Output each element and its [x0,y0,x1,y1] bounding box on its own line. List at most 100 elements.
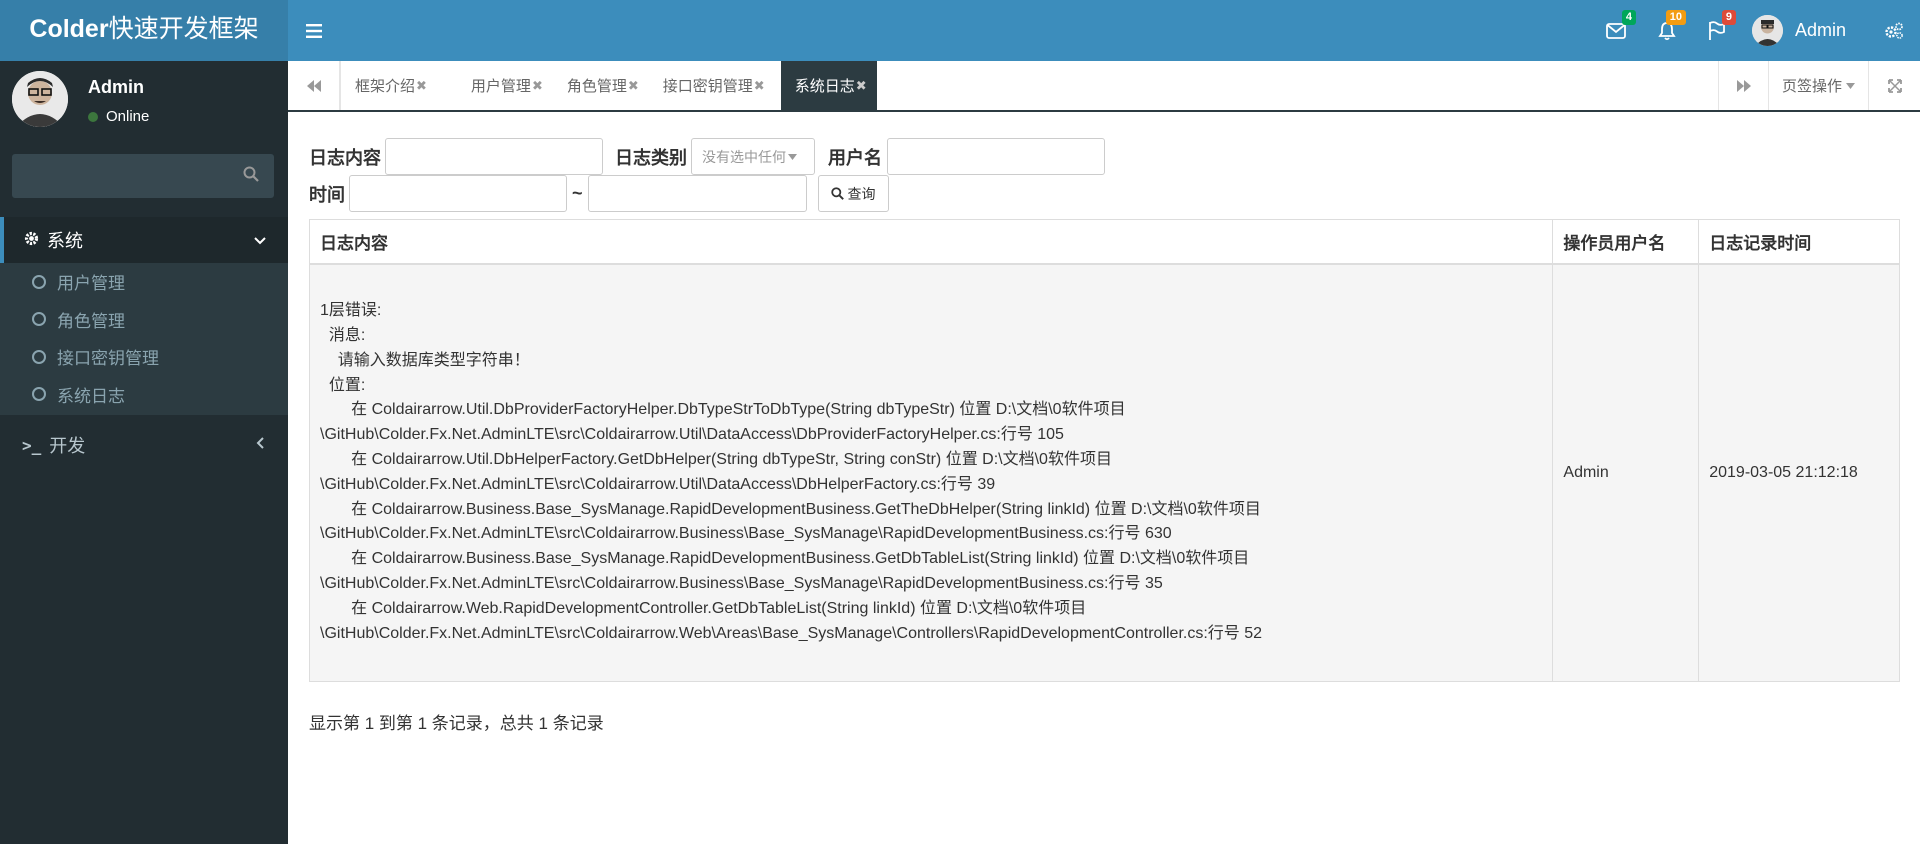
tasks-button[interactable]: 9 [1692,0,1742,61]
settings-button[interactable] [1868,0,1920,61]
sidebar-item-system[interactable]: 系统 [0,217,288,263]
tab-scroll-right-button[interactable] [1718,61,1768,110]
log-table: 日志内容 操作员用户名 日志记录时间 1层错误: 消息: 请输入数据库类型字符串… [308,219,1900,682]
terminal-icon: >_ [22,435,42,455]
user-menu[interactable]: Admin [1742,0,1868,61]
circle-icon [32,349,46,364]
close-icon[interactable]: ✖ [416,78,427,94]
messages-badge: 4 [1621,10,1636,25]
gears-icon [1885,22,1903,39]
time-label: 时间 [309,184,345,205]
expand-icon [1887,78,1902,93]
sidebar-search [12,154,274,198]
tabs-bar: 框架介绍 ✖ 用户管理 ✖ 角色管理 ✖ 接口密钥管理 ✖ 系统日志 ✖ 页签操作 [288,61,1920,112]
backward-icon [306,79,321,92]
sidebar-toggle-button[interactable] [288,0,340,61]
sidebar-item-user-management[interactable]: 用户管理 [0,263,288,301]
close-icon[interactable]: ✖ [628,78,639,94]
operator-cell: Admin [1552,263,1700,682]
chevron-down-icon [254,232,266,248]
tab-system-log[interactable]: 系统日志 ✖ [780,61,877,110]
sidebar-item-develop[interactable]: >_ 开发 [0,423,288,467]
user-status: Online [88,108,149,125]
tab-label: 框架介绍 [355,78,416,95]
tabs-right-controls: 页签操作 [1718,61,1920,110]
table-header-row: 日志内容 操作员用户名 日志记录时间 [308,219,1900,265]
sidebar-search-input[interactable] [13,155,228,197]
sidebar-subitem-label: 系统日志 [57,386,125,406]
bars-icon [306,23,322,38]
tab-operations-dropdown[interactable]: 页签操作 [1768,61,1868,110]
time-range-separator: ~ [572,183,583,203]
sidebar-item-system-log[interactable]: 系统日志 [0,376,288,414]
user-status-label: Online [106,108,150,125]
tab-operations-label: 页签操作 [1781,78,1842,95]
forward-icon [1736,79,1751,92]
tab-user-management[interactable]: 用户管理 ✖ [437,61,553,110]
sidebar-username: Admin [88,77,144,97]
sidebar-item-label: 系统 [47,231,83,251]
logo-bold: Colder [29,15,109,43]
circle-icon [32,312,46,327]
column-header[interactable]: 操作员用户名 [1552,219,1700,265]
username-input[interactable] [887,138,1105,175]
close-icon[interactable]: ✖ [532,78,543,94]
tasks-badge: 9 [1721,10,1736,25]
avatar [1751,15,1783,46]
app-logo[interactable]: Colder快速开发框架 [0,0,288,61]
column-header[interactable]: 日志内容 [308,219,1554,265]
sidebar-subitem-label: 用户管理 [57,274,125,294]
filter-row-1: 日志内容 日志类别 没有选中任何 用户名 [309,138,1105,175]
logo-rest: 快速开发框架 [108,15,259,43]
caret-down-icon [788,153,797,160]
query-button-label: 查询 [847,185,876,202]
log-content-input[interactable] [385,138,603,175]
tab-api-key-management[interactable]: 接口密钥管理 ✖ [649,61,775,110]
end-time-input[interactable] [587,175,807,212]
sidebar-item-role-management[interactable]: 角色管理 [0,301,288,339]
tab-role-management[interactable]: 角色管理 ✖ [553,61,649,110]
start-time-input[interactable] [349,175,567,212]
fullscreen-button[interactable] [1868,61,1920,110]
caret-down-icon [1846,82,1855,89]
username-label: 用户名 [828,147,882,168]
close-icon[interactable]: ✖ [856,78,867,94]
sidebar-subitem-label: 角色管理 [57,311,125,331]
log-time-cell: 2019-03-05 21:12:18 [1698,263,1900,682]
query-button[interactable]: 查询 [817,175,889,212]
log-content-cell: 1层错误: 消息: 请输入数据库类型字符串！ 位置: 在 Coldairarro… [308,263,1554,682]
sidebar-item-label: 开发 [49,436,86,456]
log-type-label: 日志类别 [615,147,687,168]
notifications-button[interactable]: 10 [1642,0,1692,61]
tab-framework-intro[interactable]: 框架介绍 ✖ [340,61,437,110]
tab-scroll-left-button[interactable] [288,61,340,110]
tab-label: 系统日志 [794,78,855,95]
sidebar: Admin Online 系统 用户管理 角色管理 接口密钥管理 系统日志 >_… [0,61,288,844]
header-username: Admin [1794,20,1846,40]
circle-icon [32,387,46,402]
messages-button[interactable]: 4 [1590,0,1642,61]
system-submenu: 用户管理 角色管理 接口密钥管理 系统日志 [0,263,288,415]
log-type-select-value: 没有选中任何 [702,148,786,165]
tab-label: 角色管理 [566,78,627,95]
tab-label: 用户管理 [470,78,531,95]
close-icon[interactable]: ✖ [754,78,765,94]
notifications-badge: 10 [1665,10,1686,25]
tab-label: 接口密钥管理 [662,78,753,95]
avatar [12,71,68,127]
pagination-info: 显示第 1 到第 1 条记录，总共 1 条记录 [309,714,604,733]
log-content-label: 日志内容 [309,147,381,168]
search-icon[interactable] [243,166,259,187]
log-type-select[interactable]: 没有选中任何 [691,138,815,175]
column-header[interactable]: 日志记录时间 [1698,219,1900,265]
circle-icon [32,274,46,289]
user-panel: Admin Online [0,61,288,141]
header-nav-right: 4 10 9 Admin [1590,0,1920,61]
gear-icon [24,230,39,251]
search-icon [830,187,844,200]
tabs: 框架介绍 ✖ 用户管理 ✖ 角色管理 ✖ 接口密钥管理 ✖ 系统日志 ✖ [340,61,877,110]
sidebar-item-api-key-management[interactable]: 接口密钥管理 [0,338,288,376]
table-row[interactable]: 1层错误: 消息: 请输入数据库类型字符串！ 位置: 在 Coldairarro… [308,263,1900,682]
sidebar-subitem-label: 接口密钥管理 [57,349,159,369]
top-header: Colder快速开发框架 4 10 9 Admin [0,0,1920,61]
